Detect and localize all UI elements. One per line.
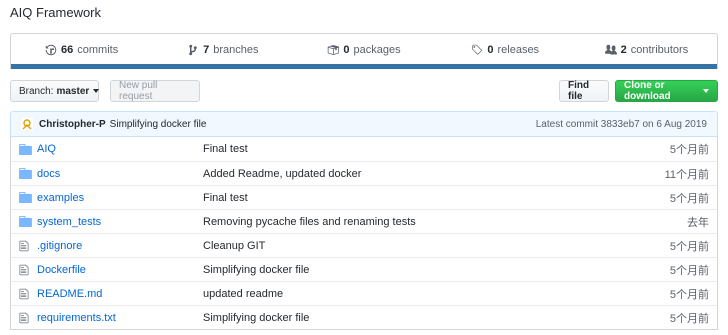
file-commit-message[interactable]: Removing pycache files and renaming test… — [203, 216, 637, 228]
latest-commit-label: Latest commit — [535, 118, 598, 130]
contributors-label: contributors — [630, 43, 689, 56]
commit-message[interactable]: Simplifying docker file — [110, 119, 207, 130]
branch-name: master — [56, 85, 90, 97]
package-icon — [328, 44, 340, 55]
commit-author[interactable]: Christopher-P — [39, 119, 106, 130]
file-commit-message[interactable]: Added Readme, updated docker — [203, 168, 637, 180]
language-bar[interactable] — [11, 64, 717, 69]
file-icon — [11, 312, 37, 324]
clone-label: Clone or download — [624, 80, 671, 102]
commits-link[interactable]: 66 commits — [11, 44, 152, 56]
file-age: 5个月前 — [669, 264, 709, 277]
people-icon — [604, 44, 617, 54]
folder-icon — [11, 192, 37, 203]
file-name-link[interactable]: system_tests — [37, 216, 203, 228]
new-pull-request-button[interactable]: New pull request — [110, 80, 200, 102]
folder-icon — [11, 143, 37, 155]
file-row[interactable]: Dockerfile Simplifying docker file 5个月前 — [11, 257, 717, 281]
branch-icon — [189, 44, 197, 55]
file-name-link[interactable]: requirements.txt — [37, 312, 203, 324]
branch-select-button[interactable]: Branch: master — [10, 80, 100, 102]
releases-link[interactable]: 0 releases — [435, 44, 576, 56]
commits-label: commits — [77, 43, 119, 56]
branches-link[interactable]: 7 branches — [152, 44, 293, 56]
packages-label: packages — [353, 43, 401, 56]
file-age: 5个月前 — [669, 288, 709, 301]
history-icon — [45, 44, 57, 55]
numbers-summary: 66 commits 7 branches 0 packages 0 relea… — [10, 33, 718, 69]
file-name-link[interactable]: examples — [37, 192, 203, 204]
contributors-link[interactable]: 2 contributors — [576, 44, 717, 56]
file-name-link[interactable]: .gitignore — [37, 240, 203, 252]
commit-sha[interactable]: 3833eb7 — [601, 119, 640, 130]
file-name-link[interactable]: docs — [37, 168, 203, 180]
file-navigation: Branch: master New pull request Find fil… — [10, 80, 718, 102]
commits-count: 66 — [61, 43, 74, 56]
file-row[interactable]: requirements.txt Simplifying docker file 5… — [11, 305, 717, 329]
file-row[interactable]: .gitignore Cleanup GIT 5个月前 — [11, 233, 717, 257]
file-row[interactable]: examples Final test 5个月前 — [11, 185, 717, 209]
file-row[interactable]: docs Added Readme, updated docker 11个月前 — [11, 161, 717, 185]
branches-label: branches — [213, 43, 259, 56]
file-commit-message[interactable]: updated readme — [203, 288, 637, 300]
file-commit-message[interactable]: Simplifying docker file — [203, 264, 637, 276]
tag-icon — [472, 44, 483, 55]
contributors-count: 2 — [620, 43, 627, 56]
file-commit-message[interactable]: Final test — [203, 143, 637, 155]
find-file-button[interactable]: Find file — [559, 80, 609, 102]
folder-icon — [11, 216, 37, 227]
repo-title: AIQ Framework — [10, 5, 102, 20]
file-name-link[interactable]: AIQ — [37, 143, 203, 155]
file-row[interactable]: README.md updated readme 5个月前 — [11, 281, 717, 305]
file-icon — [11, 288, 37, 300]
branches-count: 7 — [203, 43, 210, 56]
packages-link[interactable]: 0 packages — [293, 44, 434, 56]
chevron-down-icon — [93, 89, 100, 93]
file-icon — [11, 264, 37, 276]
avatar[interactable] — [21, 118, 33, 130]
latest-commit-bar: Christopher-P Simplifying docker file La… — [10, 111, 718, 137]
file-age: 去年 — [687, 216, 709, 229]
branch-label: Branch: — [19, 85, 54, 97]
releases-label: releases — [497, 43, 540, 56]
file-row[interactable]: AIQ Final test 5个月前 — [11, 137, 717, 161]
file-age: 5个月前 — [669, 144, 709, 156]
latest-commit-info: Latest commit 3833eb7 on 6 Aug 2019 — [536, 119, 707, 130]
releases-count: 0 — [487, 43, 494, 56]
file-commit-message[interactable]: Simplifying docker file — [203, 312, 637, 324]
file-commit-message[interactable]: Final test — [203, 192, 637, 204]
file-commit-message[interactable]: Cleanup GIT — [203, 240, 637, 252]
packages-count: 0 — [343, 43, 350, 56]
chevron-down-icon — [703, 89, 709, 93]
file-icon — [11, 240, 37, 252]
folder-icon — [11, 168, 37, 179]
file-row[interactable]: system_tests Removing pycache files and r… — [11, 209, 717, 233]
file-age: 11个月前 — [664, 168, 709, 181]
file-age: 5个月前 — [669, 240, 709, 253]
file-age: 5个月前 — [669, 312, 709, 325]
clone-download-button[interactable]: Clone or download — [615, 80, 718, 102]
file-name-link[interactable]: README.md — [37, 288, 203, 300]
file-name-link[interactable]: Dockerfile — [37, 264, 203, 276]
file-age: 5个月前 — [669, 192, 709, 205]
file-list: AIQ Final test 5个月前 docs Added Readme, updat… — [10, 137, 718, 330]
commit-date: on 6 Aug 2019 — [642, 118, 707, 130]
